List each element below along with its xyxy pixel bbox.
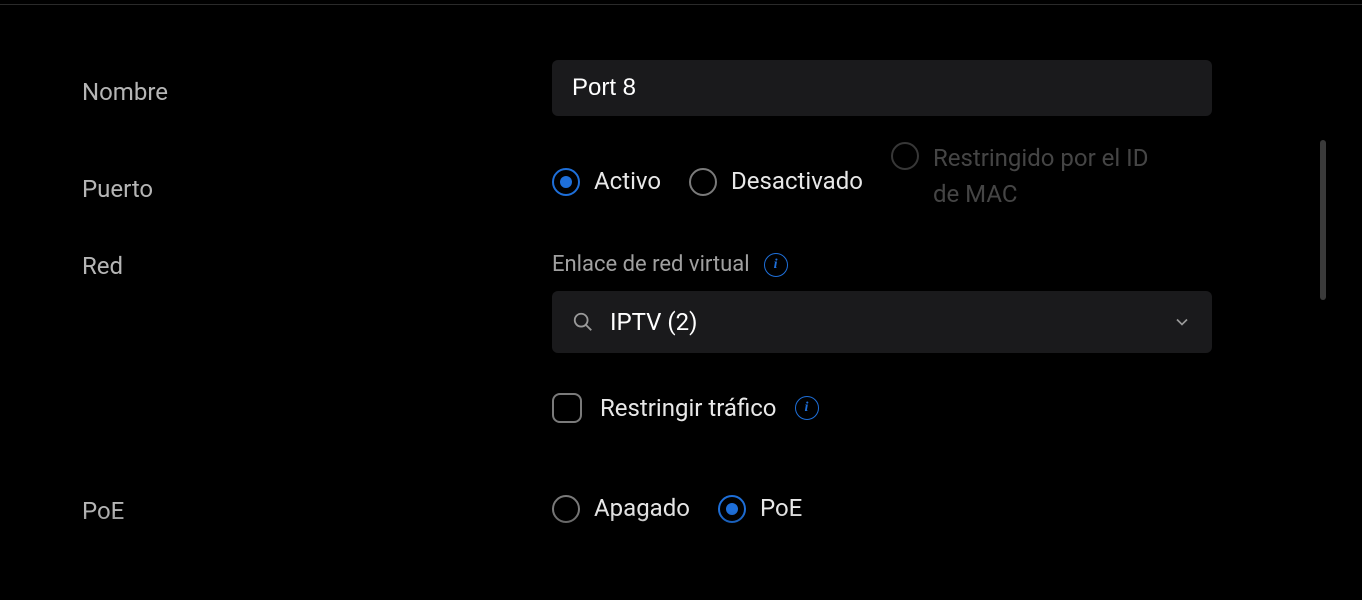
radio-icon (718, 495, 746, 523)
radio-label: Restringido por el ID de MAC (933, 140, 1163, 212)
port-settings-form: Nombre Puerto Activo Desactivado Restrin… (0, 0, 1362, 525)
radio-label: Activo (594, 167, 661, 195)
network-row: Red Enlace de red virtual IPTV (2) Restr… (82, 252, 1302, 423)
poe-radio-off[interactable]: Apagado (552, 493, 690, 523)
info-icon[interactable] (764, 253, 788, 277)
radio-icon (552, 168, 580, 196)
radio-label: PoE (760, 494, 802, 522)
virtual-network-text: Enlace de red virtual (552, 252, 750, 277)
radio-label: Desactivado (731, 167, 863, 195)
poe-row: PoE Apagado PoE (82, 493, 1302, 525)
restrict-traffic-row: Restringir tráfico (552, 393, 1212, 423)
name-input[interactable] (552, 60, 1212, 116)
radio-icon (552, 495, 580, 523)
network-label: Red (82, 252, 552, 280)
radio-label: Apagado (594, 494, 690, 522)
restrict-traffic-checkbox[interactable] (552, 393, 582, 423)
port-row: Puerto Activo Desactivado Restringido po… (82, 166, 1302, 212)
dropdown-value: IPTV (2) (610, 308, 1156, 336)
name-label: Nombre (82, 60, 552, 106)
scrollbar[interactable] (1320, 140, 1326, 300)
poe-label: PoE (82, 493, 552, 525)
poe-radio-group: Apagado PoE (552, 493, 1212, 523)
chevron-down-icon (1172, 312, 1192, 332)
radio-icon (891, 142, 919, 170)
port-label: Puerto (82, 175, 552, 203)
panel-divider (0, 4, 1362, 5)
info-icon[interactable] (795, 396, 819, 420)
name-row: Nombre (82, 60, 1302, 116)
port-radio-disabled[interactable]: Desactivado (689, 166, 863, 196)
poe-radio-on[interactable]: PoE (718, 493, 802, 523)
port-radio-active[interactable]: Activo (552, 166, 661, 196)
search-icon (572, 311, 594, 333)
restrict-traffic-label: Restringir tráfico (600, 394, 777, 422)
radio-icon (689, 168, 717, 196)
virtual-network-dropdown[interactable]: IPTV (2) (552, 291, 1212, 353)
port-radio-mac-restricted: Restringido por el ID de MAC (891, 140, 1163, 212)
port-radio-group: Activo Desactivado Restringido por el ID… (552, 166, 1212, 212)
virtual-network-sublabel: Enlace de red virtual (552, 252, 1212, 277)
